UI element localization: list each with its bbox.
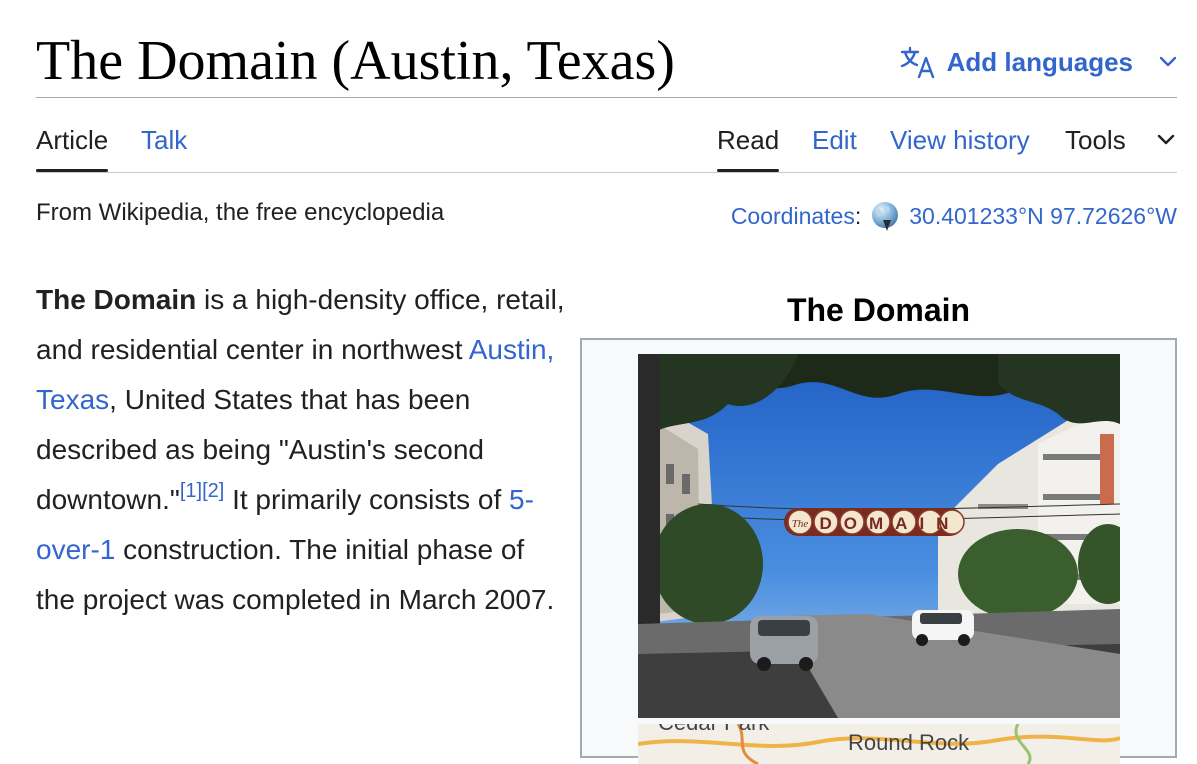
coordinates-value-link[interactable]: 30.401233°N 97.72626°W (909, 200, 1177, 232)
tools-menu[interactable]: Tools (1065, 120, 1126, 172)
article-subject: The Domain (36, 284, 197, 315)
globe-icon[interactable] (869, 200, 901, 232)
page-title: The Domain (Austin, Texas) (36, 30, 675, 92)
site-tagline: From Wikipedia, the free encyclopedia (36, 199, 445, 226)
tab-read[interactable]: Read (717, 120, 780, 172)
infobox-caption: The Domain (786, 292, 971, 328)
map-label-cedar-park: Cedar Park (658, 724, 770, 735)
tab-view-history[interactable]: View history (890, 120, 1030, 172)
coordinates-colon: : (854, 203, 862, 229)
tab-talk[interactable]: Talk (141, 120, 187, 172)
sign-text: DOMAIN (820, 514, 961, 533)
add-languages-button[interactable]: Add languages (899, 40, 1177, 84)
tab-article[interactable]: Article (36, 120, 109, 172)
chevron-down-icon[interactable] (1157, 134, 1175, 146)
title-divider (36, 97, 1177, 98)
map-label-round-rock: Round Rock (848, 730, 970, 755)
tab-edit[interactable]: Edit (812, 120, 857, 172)
lead-paragraph: The Domain is a high-density office, ret… (36, 275, 566, 625)
infobox-photo[interactable]: The DOMAIN (638, 354, 1120, 718)
sign-script-text: The (792, 518, 809, 530)
lead-text: It primarily consists of (224, 484, 510, 515)
chevron-down-icon (1159, 56, 1177, 67)
coordinates: Coordinates : 30.401233°N 97.72626°W (731, 200, 1177, 232)
translate-icon (900, 46, 934, 79)
add-languages-label: Add languages (946, 46, 1133, 77)
tabs-divider (36, 172, 1177, 173)
citation-2[interactable]: [2] (202, 480, 224, 502)
citation-1[interactable]: [1] (180, 480, 202, 502)
infobox-map[interactable]: Cedar Park Round Rock (638, 724, 1120, 764)
infobox: The DOMAIN Cedar Park Round Rock (580, 338, 1177, 764)
coordinates-link[interactable]: Coordinates (731, 200, 855, 232)
